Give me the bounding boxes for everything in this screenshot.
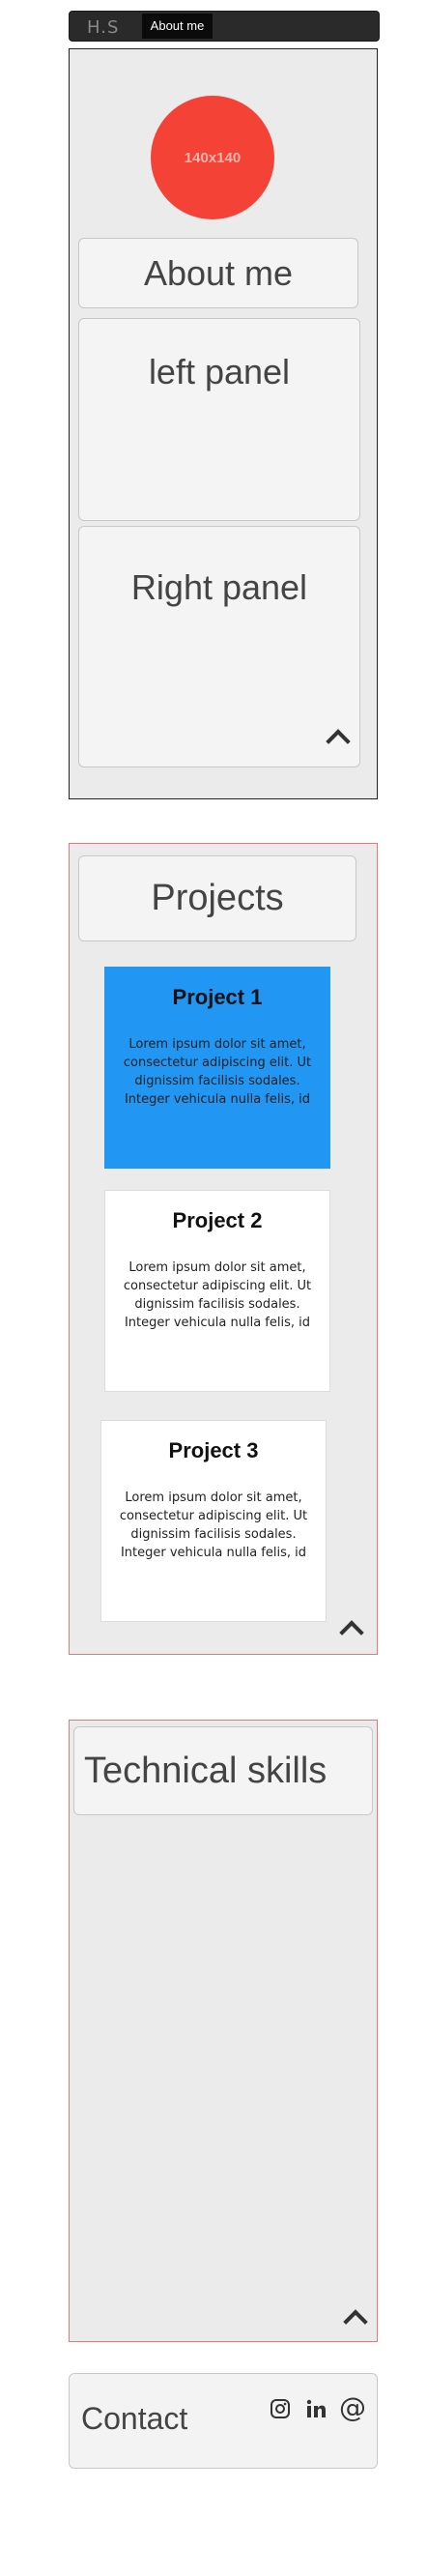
contact-title: Contact [81, 2401, 188, 2436]
left-panel: left panel [78, 318, 360, 521]
about-title: About me [143, 253, 294, 293]
about-section: 140x140 About me left panel Right panel [69, 48, 378, 799]
project-card[interactable]: Project 1 Lorem ipsum dolor sit amet, co… [104, 967, 330, 1169]
right-panel: Right panel [78, 526, 360, 767]
right-panel-label: Right panel [130, 567, 308, 607]
nav-item-about-me[interactable]: About me [142, 14, 213, 39]
avatar-placeholder: 140x140 [151, 96, 274, 219]
chevron-up-icon[interactable] [343, 2309, 368, 2334]
project-title: Project 2 [172, 1208, 263, 1232]
chevron-up-icon[interactable] [339, 1620, 364, 1645]
project-description: Lorem ipsum dolor sit amet, consectetur … [123, 1260, 312, 1330]
projects-title: Projects [151, 878, 284, 918]
brand-logo[interactable]: H.S [87, 17, 119, 38]
project-description: Lorem ipsum dolor sit amet, consectetur … [119, 1491, 308, 1560]
project-card[interactable]: Project 2 Lorem ipsum dolor sit amet, co… [104, 1190, 330, 1392]
skills-title: Technical skills [84, 1751, 327, 1791]
email-icon[interactable]: @ [339, 2391, 366, 2423]
linkedin-icon[interactable] [305, 2398, 327, 2419]
project-title: Project 1 [172, 985, 263, 1009]
project-card[interactable]: Project 3 Lorem ipsum dolor sit amet, co… [100, 1420, 327, 1622]
navbar: H.S About me [69, 11, 380, 42]
left-panel-label: left panel [148, 352, 291, 391]
chevron-up-icon[interactable] [326, 729, 351, 754]
contact-panel: Contact @ [69, 2373, 378, 2469]
project-description: Lorem ipsum dolor sit amet, consectetur … [123, 1037, 312, 1107]
project-title: Project 3 [168, 1438, 259, 1462]
projects-title-panel: Projects [78, 855, 356, 941]
about-title-panel: About me [78, 238, 358, 308]
skills-title-panel: Technical skills [73, 1726, 373, 1815]
instagram-icon[interactable] [270, 2398, 291, 2419]
skills-section: Technical skills [69, 1720, 378, 2342]
projects-section: Projects Project 1 Lorem ipsum dolor sit… [69, 843, 378, 1655]
